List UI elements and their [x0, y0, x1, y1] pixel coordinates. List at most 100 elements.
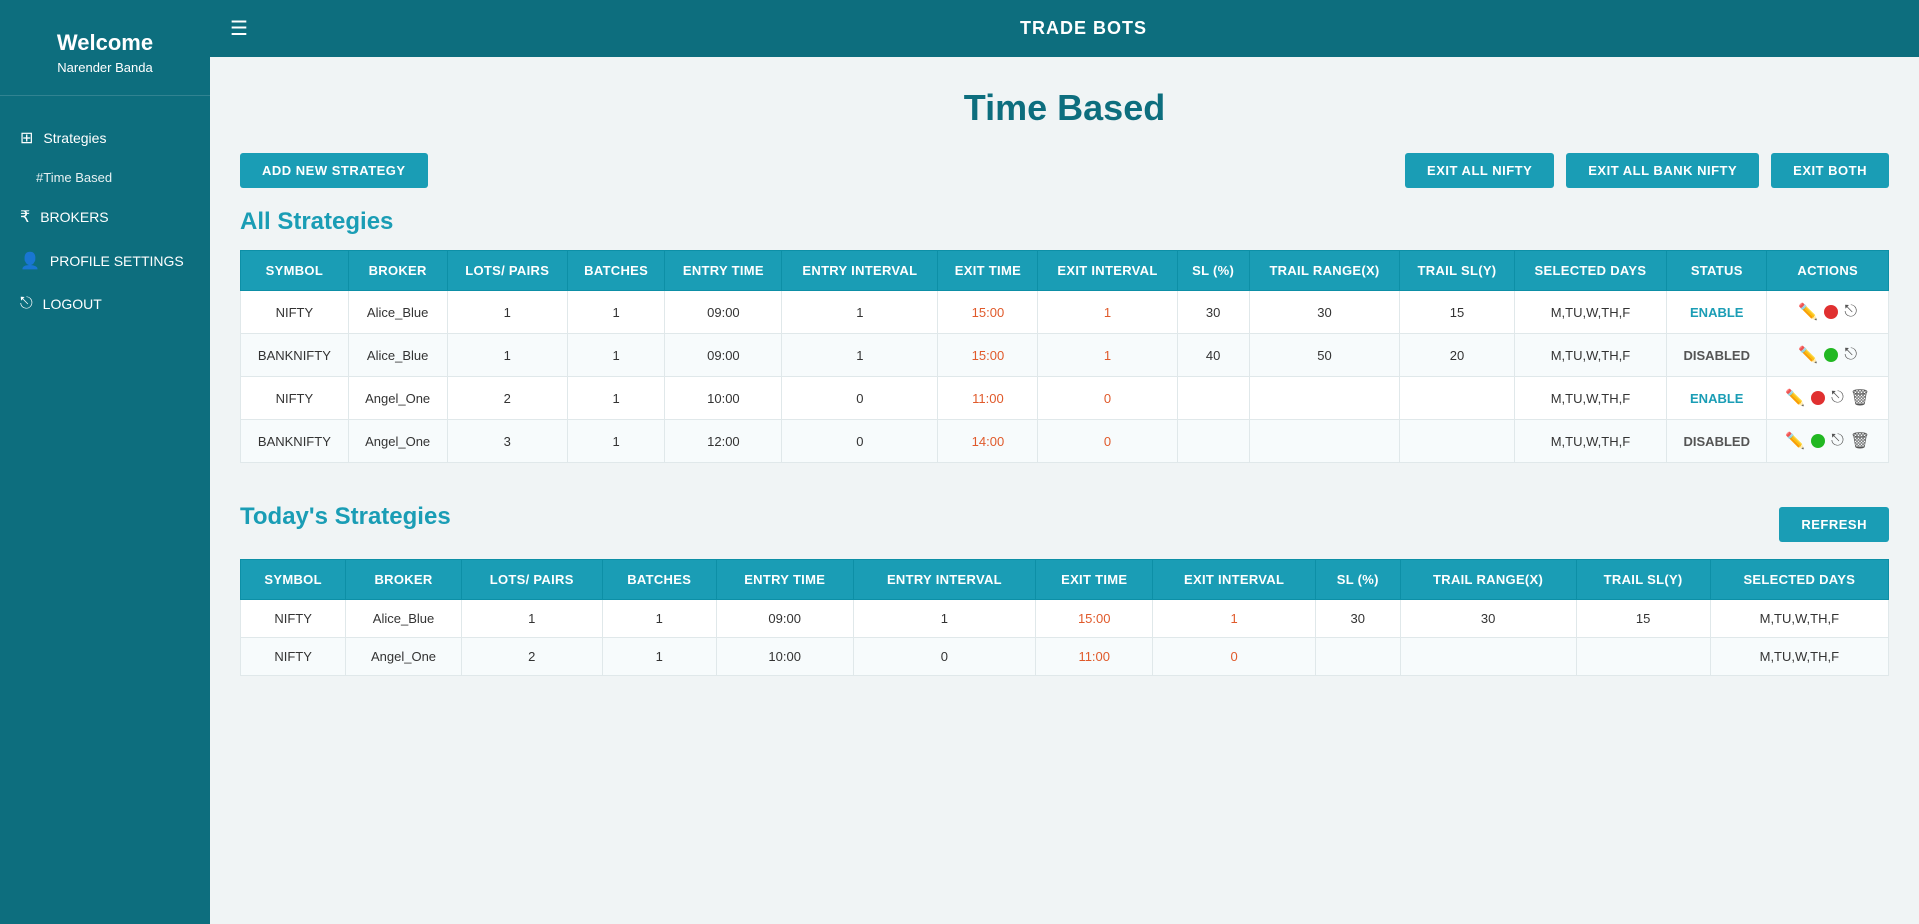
cell-exit-time: 15:00 [938, 334, 1038, 377]
cell-trail-range [1400, 638, 1576, 676]
cell-entry-time: 09:00 [665, 291, 782, 334]
exit-all-nifty-button[interactable]: EXIT ALL NIFTY [1405, 153, 1554, 188]
cell-trail-sl: 15 [1400, 291, 1515, 334]
status-dot-red [1811, 391, 1825, 405]
cell-status: ENABLE [1667, 291, 1767, 334]
cell-selected-days: M,TU,W,TH,F [1514, 291, 1666, 334]
cell-exit-time: 11:00 [1036, 638, 1153, 676]
profile-icon: 👤 [20, 251, 40, 271]
col-ts-lots: LOTS/ PAIRS [461, 560, 602, 600]
col-lots: LOTS/ PAIRS [447, 251, 567, 291]
page-heading: Time Based [240, 87, 1889, 129]
cell-symbol: NIFTY [241, 377, 349, 420]
table-row: BANKNIFTY Angel_One 3 1 12:00 0 14:00 0 … [241, 420, 1889, 463]
todays-strategies-title: Today's Strategies [240, 503, 451, 531]
cell-trail-range [1249, 420, 1399, 463]
cell-exit-time: 15:00 [938, 291, 1038, 334]
cell-sl: 30 [1177, 291, 1249, 334]
col-broker: BROKER [348, 251, 447, 291]
all-strategies-table: SYMBOL BROKER LOTS/ PAIRS BATCHES ENTRY … [240, 250, 1889, 463]
edit-icon[interactable]: ✏️ [1798, 345, 1818, 365]
exit-both-button[interactable]: EXIT BOTH [1771, 153, 1889, 188]
table-row: NIFTY Alice_Blue 1 1 09:00 1 15:00 1 30 … [241, 600, 1889, 638]
col-ts-exit-time: EXIT TIME [1036, 560, 1153, 600]
delete-icon[interactable]: 🗑 [1850, 388, 1870, 408]
cell-lots: 3 [447, 420, 567, 463]
todays-strategies-section: Today's Strategies REFRESH SYMBOL BROKER… [240, 503, 1889, 676]
refresh-bar: Today's Strategies REFRESH [240, 503, 1889, 545]
col-ts-broker: BROKER [346, 560, 462, 600]
sidebar-item-strategies[interactable]: ⊞ Strategies [0, 116, 210, 160]
cell-trail-sl: 20 [1400, 334, 1515, 377]
cell-trail-range [1249, 377, 1399, 420]
edit-icon[interactable]: ✏️ [1798, 302, 1818, 322]
status-dot-green [1811, 434, 1825, 448]
cell-status: ENABLE [1667, 377, 1767, 420]
cell-exit-interval: 1 [1038, 291, 1177, 334]
cell-symbol: NIFTY [241, 600, 346, 638]
refresh-button[interactable]: REFRESH [1779, 507, 1889, 542]
cell-broker: Angel_One [348, 420, 447, 463]
logout-icon: ⎋ [20, 295, 33, 313]
cell-broker: Alice_Blue [348, 291, 447, 334]
cell-lots: 1 [447, 334, 567, 377]
sidebar-item-profile-settings[interactable]: 👤 PROFILE SETTINGS [0, 239, 210, 283]
cell-exit-time: 15:00 [1036, 600, 1153, 638]
cell-status: DISABLED [1667, 420, 1767, 463]
topbar-title: TRADE BOTS [268, 18, 1899, 39]
cell-entry-time: 12:00 [665, 420, 782, 463]
exit-all-bank-nifty-button[interactable]: EXIT ALL BANK NIFTY [1566, 153, 1759, 188]
cell-exit-time: 14:00 [938, 420, 1038, 463]
add-new-strategy-button[interactable]: ADD NEW STRATEGY [240, 153, 428, 188]
sidebar-item-time-based[interactable]: # Time Based [0, 160, 210, 195]
cell-selected-days: M,TU,W,TH,F [1514, 377, 1666, 420]
exit-icon[interactable]: ⎋ [1844, 346, 1857, 364]
edit-icon[interactable]: ✏️ [1785, 431, 1805, 451]
cell-batches: 1 [567, 377, 664, 420]
col-ts-entry-time: ENTRY TIME [716, 560, 853, 600]
col-actions: ACTIONS [1767, 251, 1889, 291]
cell-batches: 1 [602, 638, 716, 676]
cell-broker: Alice_Blue [348, 334, 447, 377]
cell-batches: 1 [567, 291, 664, 334]
cell-trail-sl [1400, 377, 1515, 420]
edit-icon[interactable]: ✏️ [1785, 388, 1805, 408]
col-entry-time: ENTRY TIME [665, 251, 782, 291]
table-row: BANKNIFTY Alice_Blue 1 1 09:00 1 15:00 1… [241, 334, 1889, 377]
cell-sl [1316, 638, 1401, 676]
col-trail-sl: TRAIL SL(Y) [1400, 251, 1515, 291]
all-strategies-section: All Strategies SYMBOL BROKER LOTS/ PAIRS… [240, 208, 1889, 463]
cell-entry-time: 10:00 [665, 377, 782, 420]
cell-batches: 1 [567, 420, 664, 463]
exit-icon[interactable]: ⎋ [1831, 432, 1844, 450]
cell-trail-range: 30 [1400, 600, 1576, 638]
col-ts-exit-interval: EXIT INTERVAL [1153, 560, 1316, 600]
cell-symbol: BANKNIFTY [241, 334, 349, 377]
strategies-icon: ⊞ [20, 128, 33, 148]
col-ts-trail-sl: TRAIL SL(Y) [1576, 560, 1710, 600]
cell-exit-interval: 0 [1038, 377, 1177, 420]
cell-lots: 2 [461, 638, 602, 676]
col-selected-days: SELECTED DAYS [1514, 251, 1666, 291]
cell-selected-days: M,TU,W,TH,F [1710, 600, 1888, 638]
delete-icon[interactable]: 🗑 [1850, 431, 1870, 451]
exit-icon[interactable]: ⎋ [1844, 303, 1857, 321]
col-ts-batches: BATCHES [602, 560, 716, 600]
cell-sl: 40 [1177, 334, 1249, 377]
cell-symbol: NIFTY [241, 638, 346, 676]
menu-icon[interactable]: ☰ [230, 16, 248, 41]
col-exit-time: EXIT TIME [938, 251, 1038, 291]
cell-status: DISABLED [1667, 334, 1767, 377]
exit-icon[interactable]: ⎋ [1831, 389, 1844, 407]
sidebar-item-brokers[interactable]: ₹ BROKERS [0, 195, 210, 239]
todays-strategies-table: SYMBOL BROKER LOTS/ PAIRS BATCHES ENTRY … [240, 559, 1889, 676]
all-strategies-header-row: SYMBOL BROKER LOTS/ PAIRS BATCHES ENTRY … [241, 251, 1889, 291]
cell-trail-sl [1576, 638, 1710, 676]
sidebar-item-logout[interactable]: ⎋ LOGOUT [0, 283, 210, 325]
cell-selected-days: M,TU,W,TH,F [1514, 334, 1666, 377]
col-ts-selected-days: SELECTED DAYS [1710, 560, 1888, 600]
cell-actions: ✏️ ⎋ [1767, 291, 1889, 334]
cell-entry-interval: 1 [782, 334, 938, 377]
col-ts-symbol: SYMBOL [241, 560, 346, 600]
status-dot-green [1824, 348, 1838, 362]
